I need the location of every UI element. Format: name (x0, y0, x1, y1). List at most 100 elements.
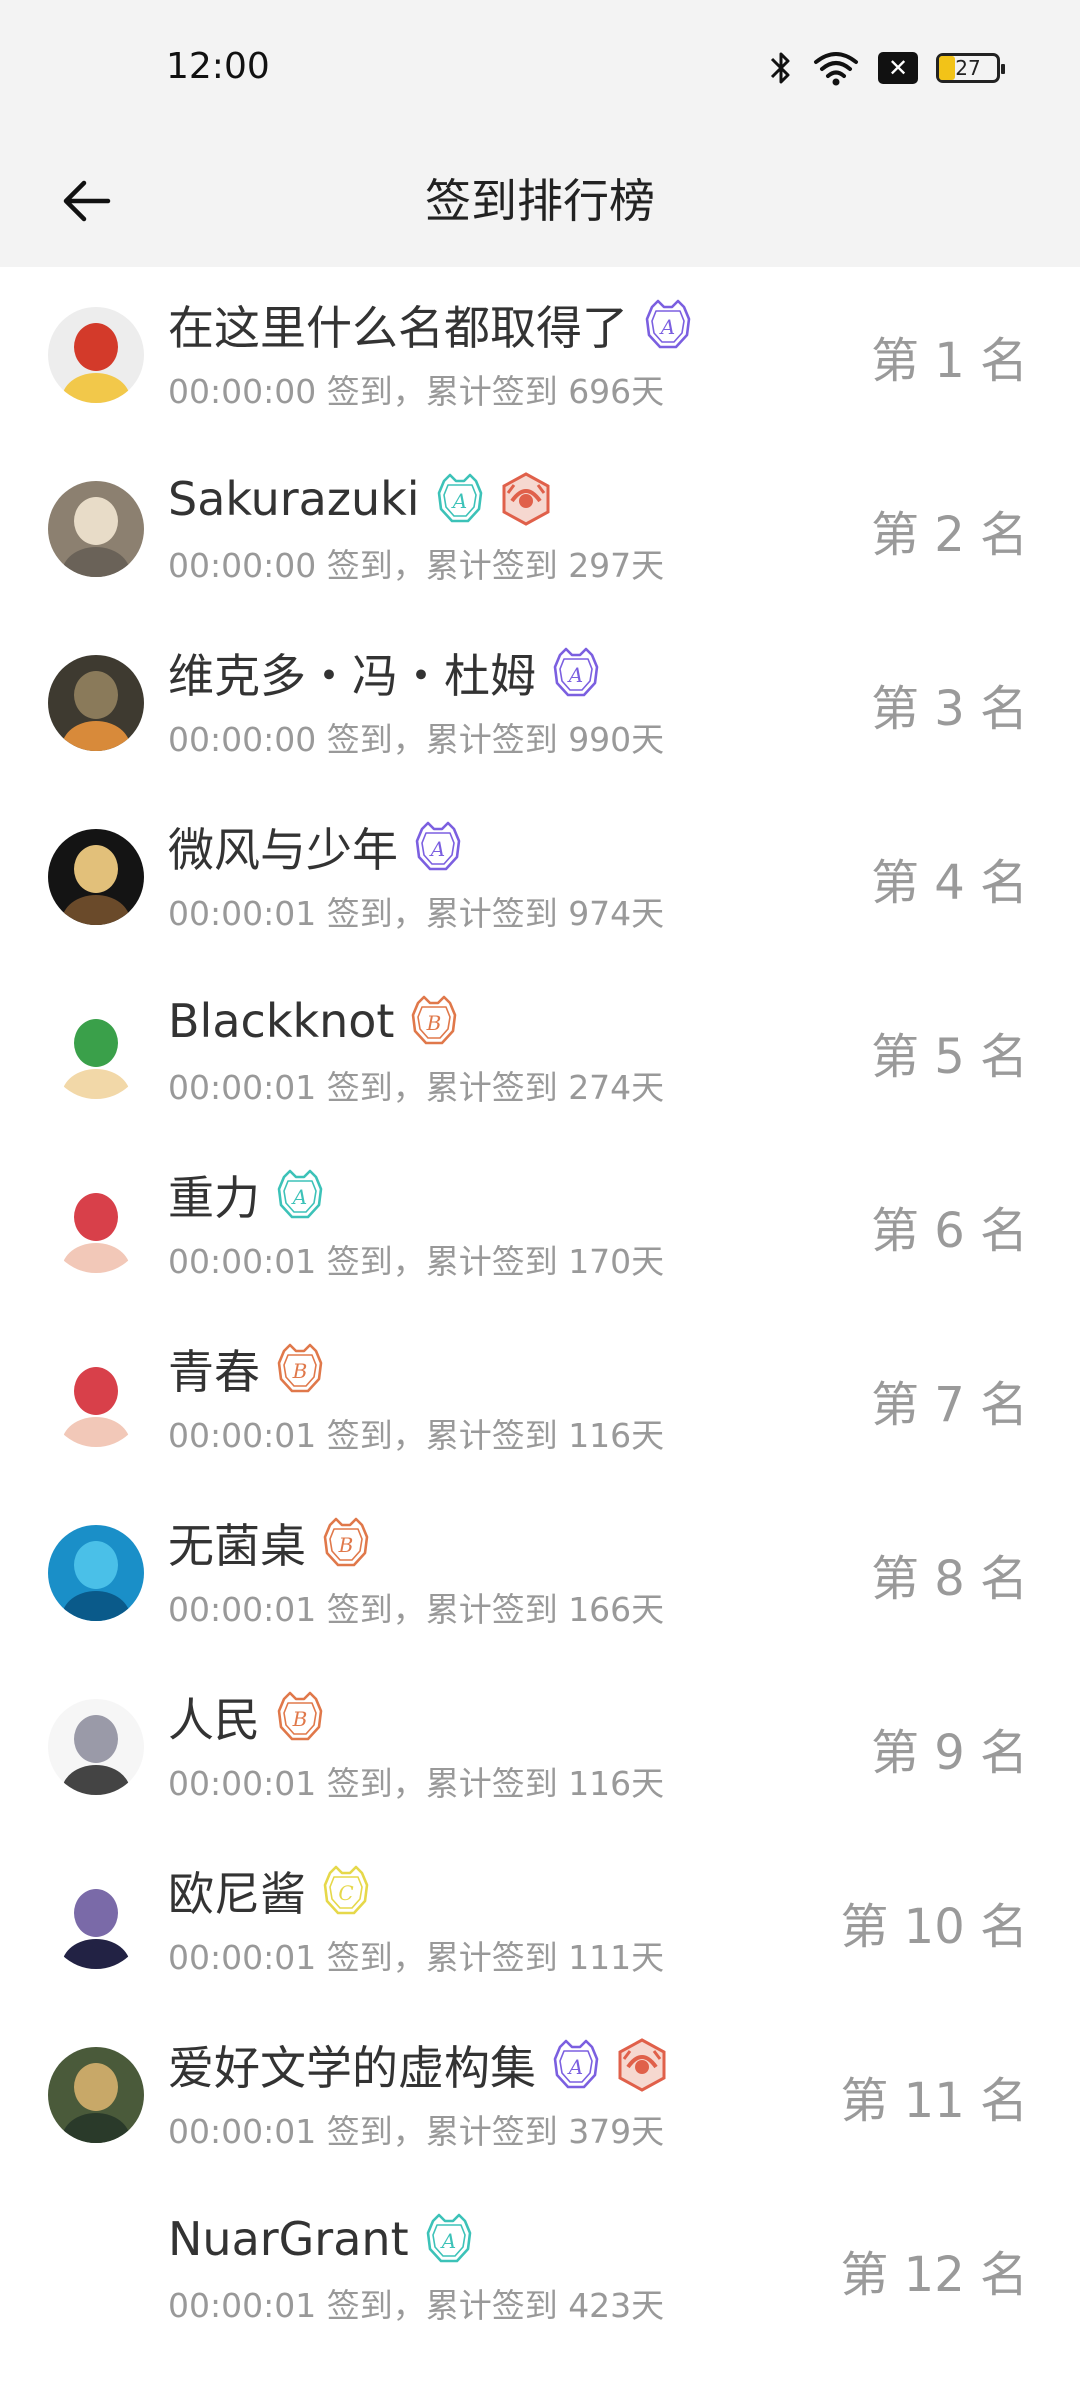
name-line: 无菌桌 B (168, 1513, 372, 1573)
user-name[interactable]: 青春 (168, 1336, 260, 1402)
ranking-row[interactable]: 在这里什么名都取得了 A 00:00:00 签到，累计签到 696天 第 1 名 (0, 267, 1080, 441)
rank-label: 第 1 名 (870, 333, 1028, 389)
rank-label: 第 4 名 (870, 855, 1028, 911)
red-crest-badge-icon (616, 2037, 668, 2093)
svg-text:B: B (292, 1359, 308, 1383)
name-line: Sakurazuki A (168, 469, 552, 529)
user-name[interactable]: 爱好文学的虚构集 (168, 2032, 536, 2098)
avatar[interactable] (48, 1003, 144, 1099)
avatar[interactable] (48, 481, 144, 577)
name-line: 人民 B (168, 1687, 326, 1747)
svg-text:A: A (429, 837, 445, 861)
user-name[interactable]: 重力 (168, 1162, 260, 1228)
ranking-row[interactable]: 无菌桌 B 00:00:01 签到，累计签到 166天 第 8 名 (0, 1485, 1080, 1659)
svg-text:A: A (450, 489, 466, 513)
ranking-row[interactable]: 爱好文学的虚构集 A 00:00:01 签到，累计签到 379天 第 11 名 (0, 2007, 1080, 2181)
user-name[interactable]: 维克多・冯・杜姆 (168, 640, 536, 706)
name-line: 青春 B (168, 1339, 326, 1399)
name-line: 维克多・冯・杜姆 A (168, 643, 602, 703)
name-line: 爱好文学的虚构集 A (168, 2035, 668, 2095)
teal-a-badge-icon: A (434, 471, 486, 527)
rank-label: 第 11 名 (840, 2073, 1028, 2129)
user-name[interactable]: 在这里什么名都取得了 (168, 292, 628, 358)
svg-text:A: A (659, 315, 675, 339)
checkin-info: 00:00:01 签到，累计签到 974天 (168, 894, 665, 933)
checkin-info: 00:00:01 签到，累计签到 111天 (168, 1938, 665, 1977)
checkin-info: 00:00:00 签到，累计签到 990天 (168, 720, 665, 759)
rank-label: 第 5 名 (870, 1029, 1028, 1085)
name-line: 在这里什么名都取得了 A (168, 295, 694, 355)
name-line: 重力 A (168, 1165, 326, 1225)
avatar[interactable] (48, 1873, 144, 1969)
avatar[interactable] (48, 2221, 144, 2317)
user-name[interactable]: 无菌桌 (168, 1510, 306, 1576)
avatar[interactable] (48, 307, 144, 403)
svg-text:C: C (338, 1881, 353, 1905)
ranking-row[interactable]: Blackknot B 00:00:01 签到，累计签到 274天 第 5 名 (0, 963, 1080, 1137)
wifi-icon (814, 52, 858, 86)
ranking-row[interactable]: 微风与少年 A 00:00:01 签到，累计签到 974天 第 4 名 (0, 789, 1080, 963)
ranking-row[interactable]: 重力 A 00:00:01 签到，累计签到 170天 第 6 名 (0, 1137, 1080, 1311)
rank-label: 第 3 名 (870, 681, 1028, 737)
user-name[interactable]: NuarGrant (168, 2212, 409, 2266)
avatar[interactable] (48, 1351, 144, 1447)
checkin-info: 00:00:01 签到，累计签到 166天 (168, 1590, 665, 1629)
rank-label: 第 6 名 (870, 1203, 1028, 1259)
svg-text:A: A (291, 1185, 307, 1209)
svg-text:B: B (292, 1707, 308, 1731)
orange-b-badge-icon: B (274, 1689, 326, 1745)
user-name[interactable]: Blackknot (168, 994, 394, 1048)
purple-a-badge-icon: A (550, 2037, 602, 2093)
checkin-info: 00:00:01 签到，累计签到 116天 (168, 1764, 665, 1803)
user-name[interactable]: 人民 (168, 1684, 260, 1750)
avatar[interactable] (48, 1699, 144, 1795)
app-bar: 签到排行榜 (0, 135, 1080, 267)
ranking-row[interactable]: 人民 B 00:00:01 签到，累计签到 116天 第 9 名 (0, 1659, 1080, 1833)
orange-b-badge-icon: B (274, 1341, 326, 1397)
rank-label: 第 7 名 (870, 1377, 1028, 1433)
orange-b-badge-icon: B (320, 1515, 372, 1571)
teal-a-badge-icon: A (274, 1167, 326, 1223)
checkin-info: 00:00:01 签到，累计签到 170天 (168, 1242, 665, 1281)
avatar[interactable] (48, 1525, 144, 1621)
bluetooth-icon (770, 52, 790, 84)
name-line: 欧尼酱 C (168, 1861, 372, 1921)
svg-text:B: B (338, 1533, 354, 1557)
user-name[interactable]: 微风与少年 (168, 814, 398, 880)
checkin-info: 00:00:00 签到，累计签到 696天 (168, 372, 665, 411)
checkin-info: 00:00:01 签到，累计签到 274天 (168, 1068, 665, 1107)
name-line: NuarGrant A (168, 2209, 475, 2269)
purple-a-badge-icon: A (550, 645, 602, 701)
avatar[interactable] (48, 829, 144, 925)
name-line: 微风与少年 A (168, 817, 464, 877)
yellow-c-badge-icon: C (320, 1863, 372, 1919)
checkin-info: 00:00:01 签到，累计签到 116天 (168, 1416, 665, 1455)
svg-text:B: B (426, 1011, 442, 1035)
battery-level: 27 (955, 56, 981, 80)
rank-label: 第 9 名 (870, 1725, 1028, 1781)
page-title: 签到排行榜 (425, 174, 655, 228)
ranking-row[interactable]: 青春 B 00:00:01 签到，累计签到 116天 第 7 名 (0, 1311, 1080, 1485)
data-off-icon: ✕ (878, 52, 918, 84)
status-bar: 12:00 ✕ 27 (0, 0, 1080, 135)
ranking-row[interactable]: Sakurazuki A 00:00:00 签到，累计签到 297天 第 2 名 (0, 441, 1080, 615)
name-line: Blackknot B (168, 991, 460, 1051)
ranking-row[interactable]: 欧尼酱 C 00:00:01 签到，累计签到 111天 第 10 名 (0, 1833, 1080, 2007)
rank-label: 第 12 名 (840, 2247, 1028, 2303)
avatar[interactable] (48, 655, 144, 751)
orange-b-badge-icon: B (408, 993, 460, 1049)
checkin-info: 00:00:00 签到，累计签到 297天 (168, 546, 665, 585)
svg-text:A: A (439, 2229, 455, 2253)
battery-icon: 27 (936, 53, 1005, 83)
purple-a-badge-icon: A (642, 297, 694, 353)
user-name[interactable]: Sakurazuki (168, 472, 420, 526)
avatar[interactable] (48, 2047, 144, 2143)
ranking-row[interactable]: NuarGrant A 00:00:01 签到，累计签到 423天 第 12 名 (0, 2181, 1080, 2355)
ranking-list: 在这里什么名都取得了 A 00:00:00 签到，累计签到 696天 第 1 名 Sak… (0, 267, 1080, 2355)
ranking-row[interactable]: 维克多・冯・杜姆 A 00:00:00 签到，累计签到 990天 第 3 名 (0, 615, 1080, 789)
avatar[interactable] (48, 1177, 144, 1273)
rank-label: 第 2 名 (870, 507, 1028, 563)
rank-label: 第 8 名 (870, 1551, 1028, 1607)
user-name[interactable]: 欧尼酱 (168, 1858, 306, 1924)
rank-label: 第 10 名 (840, 1899, 1028, 1955)
